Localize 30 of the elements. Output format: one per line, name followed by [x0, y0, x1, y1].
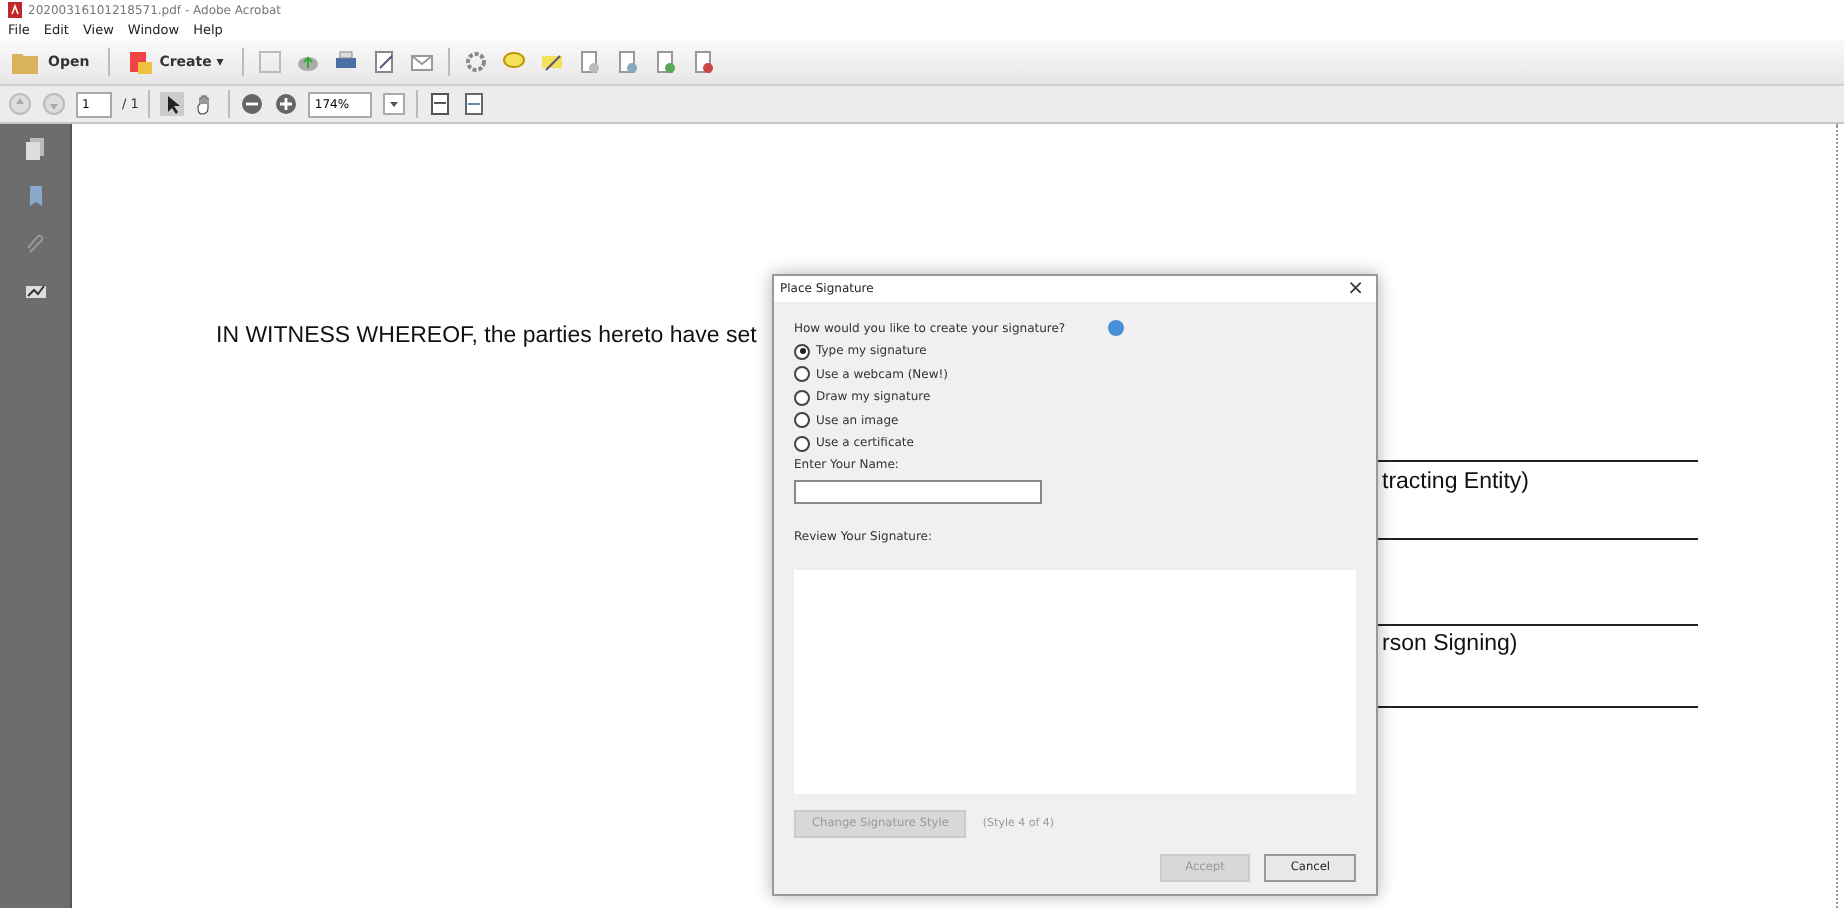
- zoom-in-icon[interactable]: [274, 92, 299, 116]
- help-icon[interactable]: [1107, 320, 1124, 336]
- folder-icon: [12, 51, 40, 73]
- highlight-icon[interactable]: [539, 50, 564, 74]
- signature-icon[interactable]: [23, 280, 47, 304]
- radio-button[interactable]: [794, 343, 810, 359]
- radio-button[interactable]: [794, 389, 810, 405]
- create-document-icon: [127, 50, 152, 74]
- edit-document-icon[interactable]: [371, 50, 396, 74]
- fit-page-icon[interactable]: [428, 92, 453, 116]
- radio-button[interactable]: [794, 435, 810, 451]
- dropdown-icon[interactable]: [382, 92, 407, 116]
- document-icon[interactable]: [653, 50, 678, 74]
- fit-width-icon[interactable]: [462, 92, 487, 116]
- comment-icon[interactable]: [501, 50, 526, 74]
- document-icon[interactable]: [577, 50, 602, 74]
- gear-icon[interactable]: [463, 50, 488, 74]
- document-text: IN WITNESS WHEREOF, the parties hereto have set: [216, 324, 757, 348]
- radio-button[interactable]: [794, 412, 810, 428]
- close-button[interactable]: ×: [1347, 278, 1364, 300]
- document-icon[interactable]: [615, 50, 640, 74]
- name-field[interactable]: [794, 479, 1042, 503]
- radio-button[interactable]: [794, 366, 810, 382]
- pages-icon[interactable]: [23, 136, 47, 160]
- document-text: tracting Entity): [1382, 470, 1529, 494]
- print-icon[interactable]: [333, 50, 358, 74]
- mail-icon[interactable]: [409, 50, 434, 74]
- document-icon[interactable]: [691, 50, 716, 74]
- document-text: rson Signing): [1382, 632, 1518, 656]
- zoom-out-icon[interactable]: [240, 92, 265, 116]
